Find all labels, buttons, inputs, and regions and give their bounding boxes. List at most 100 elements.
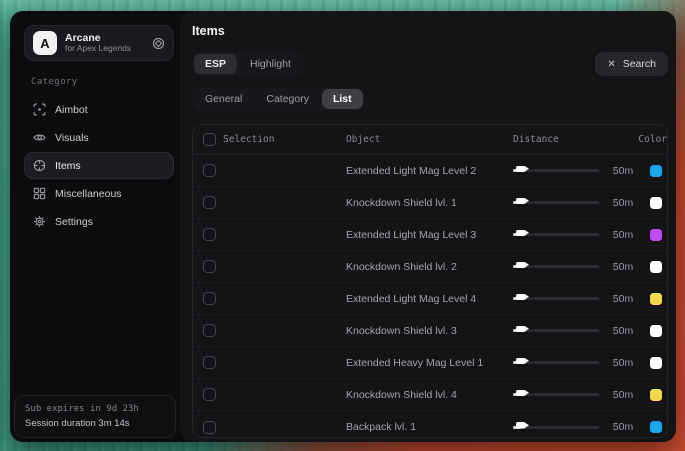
table-row: Backpack lvl. 1 50m (193, 411, 667, 438)
color-swatch[interactable] (650, 325, 662, 337)
row-checkbox[interactable] (203, 164, 216, 177)
select-all-checkbox[interactable] (203, 133, 216, 146)
row-checkbox[interactable] (203, 196, 216, 209)
object-name: Backpack lvl. 1 (346, 421, 513, 433)
sidebar-item-label: Items (55, 160, 81, 172)
main-panel: Items ESP Highlight ✕ Search General Cat… (180, 11, 676, 442)
slider-handle[interactable] (516, 166, 529, 173)
row-checkbox[interactable] (203, 292, 216, 305)
sidebar-item-miscellaneous[interactable]: Miscellaneous (24, 180, 174, 207)
items-icon (33, 159, 46, 172)
app-logo: A (33, 31, 57, 55)
tab-list[interactable]: List (322, 89, 363, 109)
table-row: Extended Light Mag Level 250m (193, 155, 667, 187)
miscellaneous-icon (33, 187, 46, 200)
table-row: Knockdown Shield lvl. 4 50m (193, 379, 667, 411)
slider-handle[interactable] (516, 262, 529, 269)
color-swatch[interactable] (650, 261, 662, 273)
visuals-icon (33, 131, 46, 144)
sidebar-item-label: Miscellaneous (55, 188, 122, 200)
sidebar-item-visuals[interactable]: Visuals (24, 124, 174, 151)
slider-handle[interactable] (516, 198, 529, 205)
distance-value: 50m (613, 293, 633, 305)
header-distance: Distance (513, 134, 603, 145)
sidebar-item-items[interactable]: Items (24, 152, 174, 179)
target-badge-icon[interactable] (152, 37, 165, 50)
distance-slider[interactable] (513, 233, 599, 236)
slider-handle[interactable] (516, 326, 529, 333)
app-subtitle: for Apex Legends (65, 44, 131, 54)
distance-slider[interactable] (513, 169, 599, 172)
table-row: Extended Light Mag Level 4 50m (193, 283, 667, 315)
table-row: Knockdown Shield lvl. 2 50m (193, 251, 667, 283)
table-row: Extended Heavy Mag Level 150m (193, 347, 667, 379)
object-name: Extended Light Mag Level 4 (346, 293, 513, 305)
mode-tabs: ESP Highlight (192, 52, 304, 76)
distance-value: 50m (613, 389, 633, 401)
category-label: Category (31, 77, 174, 87)
app-logo-letter: A (40, 36, 49, 51)
object-name: Extended Light Mag Level 3 (346, 229, 513, 241)
sidebar-nav: Aimbot Visuals Items Miscellaneous Settings (24, 96, 174, 235)
slider-handle[interactable] (516, 358, 529, 365)
color-swatch[interactable] (650, 165, 662, 177)
distance-slider[interactable] (513, 265, 599, 268)
distance-value: 50m (613, 197, 633, 209)
sidebar-item-settings[interactable]: Settings (24, 208, 174, 235)
table-row: Knockdown Shield lvl. 350m (193, 315, 667, 347)
page-title: Items (192, 24, 668, 38)
tab-category[interactable]: Category (255, 89, 320, 109)
tab-esp[interactable]: ESP (194, 54, 237, 74)
color-swatch[interactable] (650, 421, 662, 433)
sidebar-item-aimbot[interactable]: Aimbot (24, 96, 174, 123)
sidebar-item-label: Visuals (55, 132, 89, 144)
subscription-expiry: Sub expires in 9d 23h (25, 404, 165, 414)
row-checkbox[interactable] (203, 260, 216, 273)
row-checkbox[interactable] (203, 356, 216, 369)
object-name: Knockdown Shield lvl. 4 (346, 389, 513, 401)
distance-slider[interactable] (513, 426, 599, 429)
color-swatch[interactable] (650, 389, 662, 401)
row-checkbox[interactable] (203, 228, 216, 241)
distance-slider[interactable] (513, 361, 599, 364)
header-selection: Selection (223, 134, 346, 145)
table-body: Extended Light Mag Level 250mKnockdown S… (193, 155, 667, 438)
distance-slider[interactable] (513, 201, 599, 204)
tab-general[interactable]: General (194, 89, 253, 109)
color-swatch[interactable] (650, 229, 662, 241)
session-info-card: Sub expires in 9d 23h Session duration 3… (14, 395, 176, 438)
object-name: Knockdown Shield lvl. 2 (346, 261, 513, 273)
distance-value: 50m (613, 229, 633, 241)
table-row: Knockdown Shield lvl. 1 50m (193, 187, 667, 219)
search-button[interactable]: ✕ Search (595, 52, 668, 76)
search-button-label: Search (623, 58, 656, 70)
items-table: Selection Object Distance Color Extended… (192, 124, 668, 438)
header-object: Object (346, 134, 513, 145)
view-tabs: General Category List (192, 87, 365, 111)
color-swatch[interactable] (650, 293, 662, 305)
slider-handle[interactable] (516, 390, 529, 397)
slider-handle[interactable] (516, 294, 529, 301)
settings-icon (33, 215, 46, 228)
color-swatch[interactable] (650, 197, 662, 209)
distance-value: 50m (613, 261, 633, 273)
row-checkbox[interactable] (203, 324, 216, 337)
distance-value: 50m (613, 165, 633, 177)
sidebar-item-label: Settings (55, 216, 93, 228)
distance-slider[interactable] (513, 329, 599, 332)
app-window: A Arcane for Apex Legends Category Aimbo… (10, 11, 676, 442)
slider-handle[interactable] (516, 422, 529, 429)
slider-handle[interactable] (516, 230, 529, 237)
object-name: Knockdown Shield lvl. 1 (346, 197, 513, 209)
header-color: Color (638, 134, 668, 145)
tab-highlight[interactable]: Highlight (239, 54, 302, 74)
aimbot-icon (33, 103, 46, 116)
session-duration: Session duration 3m 14s (25, 418, 165, 429)
color-swatch[interactable] (650, 357, 662, 369)
row-checkbox[interactable] (203, 388, 216, 401)
distance-value: 50m (613, 421, 633, 433)
distance-slider[interactable] (513, 393, 599, 396)
row-checkbox[interactable] (203, 421, 216, 434)
object-name: Knockdown Shield lvl. 3 (346, 325, 513, 337)
distance-slider[interactable] (513, 297, 599, 300)
